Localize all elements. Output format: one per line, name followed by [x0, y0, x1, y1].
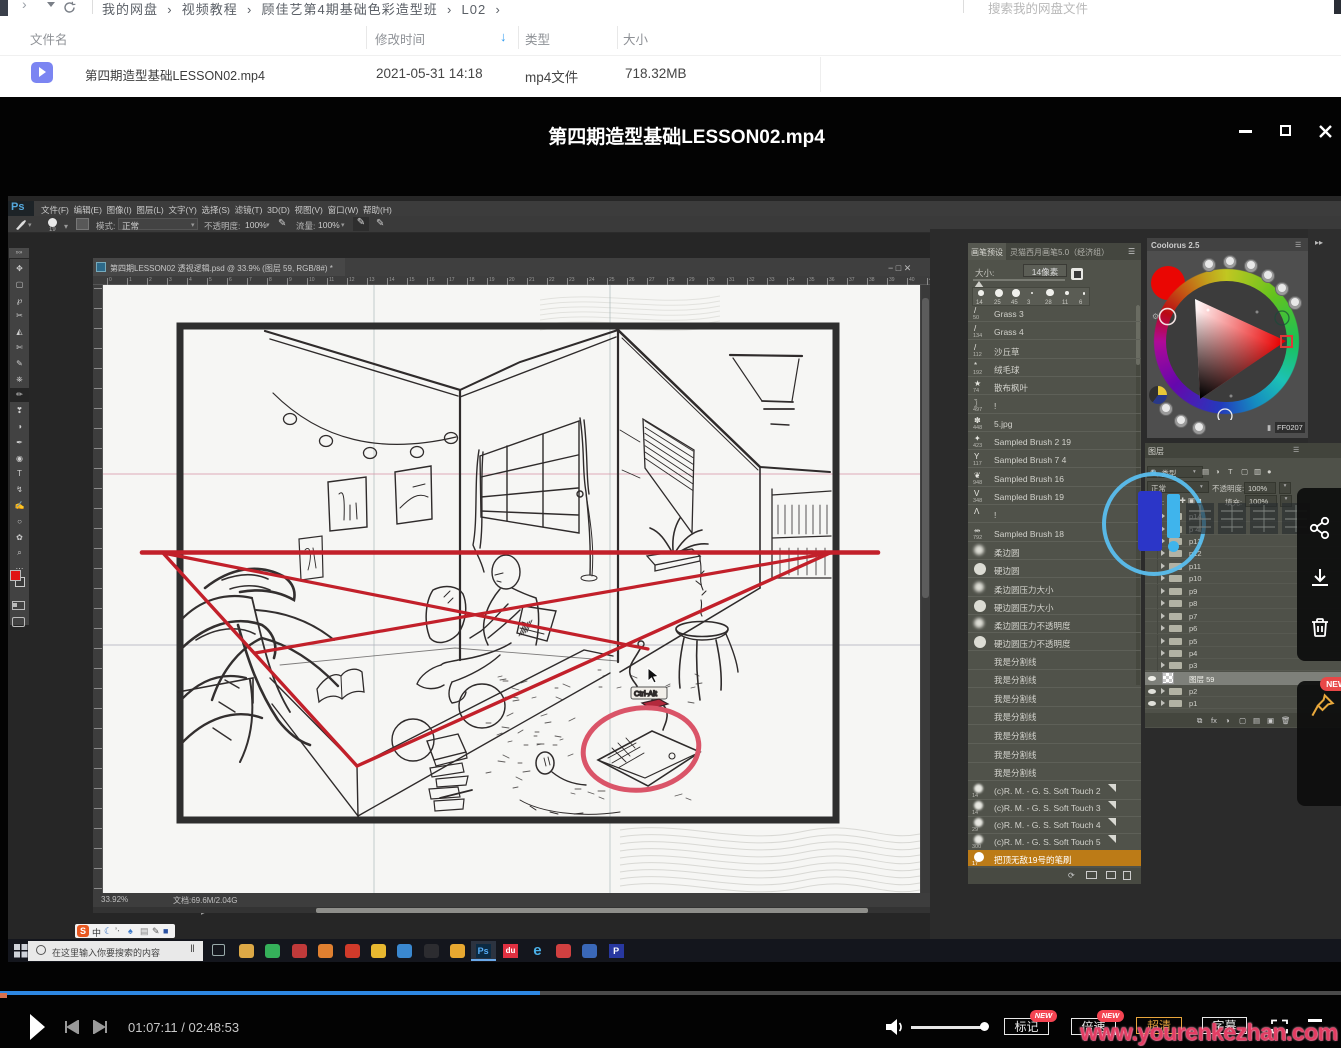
svg-text:Ctrl-Alt: Ctrl-Alt [634, 689, 658, 698]
